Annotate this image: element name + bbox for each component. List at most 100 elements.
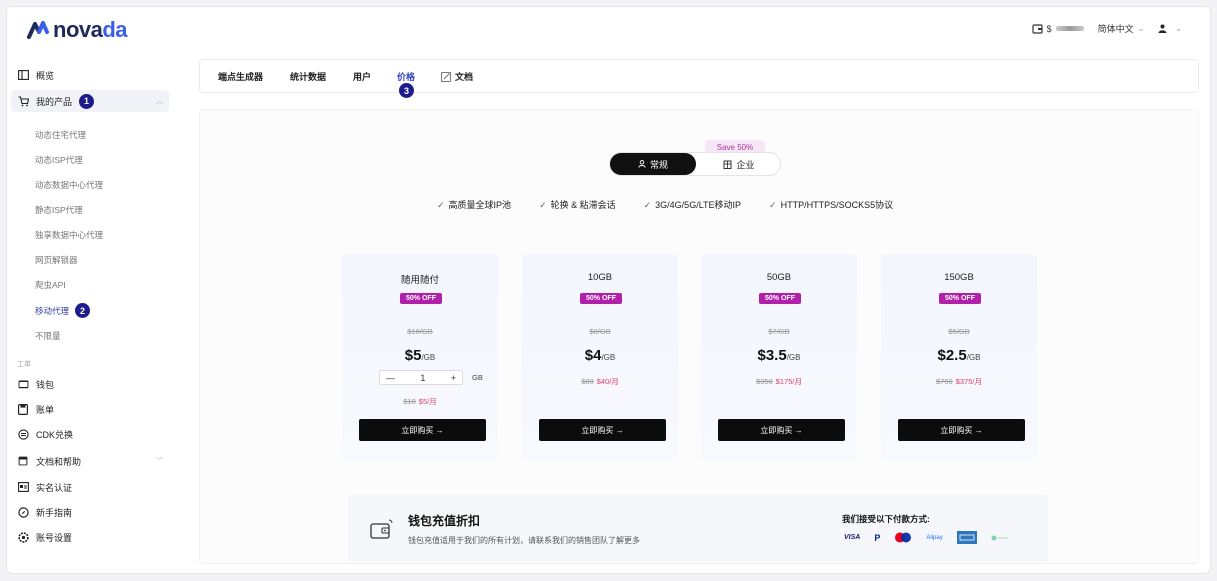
user-menu[interactable]: ⌄ — [1158, 24, 1182, 33]
total-price: $10 $5/月 — [403, 397, 437, 406]
sidebar-subitem[interactable]: 动态住宅代理 — [35, 129, 86, 141]
quantity-stepper: — 1 + — [379, 370, 463, 385]
gear-icon — [17, 531, 29, 543]
check-icon: ✓ — [643, 200, 652, 210]
app-frame: novada $ 简体中文 ⌄ ⌄ 概览 我的产品 1 ︿ 动态住宅代理 动态I… — [6, 6, 1211, 574]
language-selector[interactable]: 简体中文 ⌄ — [1098, 22, 1145, 35]
mastercard-icon — [895, 532, 912, 543]
chevron-down-icon: ﹀ — [156, 458, 163, 465]
sidebar-item-label: 账单 — [36, 404, 55, 415]
buy-button[interactable]: 立即购买 → — [718, 419, 845, 441]
sidebar-subitem[interactable]: 独享数据中心代理 — [35, 229, 103, 241]
plan-toggle-enterprise[interactable]: 企业 — [696, 153, 782, 175]
layout-icon — [17, 69, 29, 81]
sidebar-subitem[interactable]: 动态ISP代理 — [35, 154, 83, 166]
original-price: $7/GB — [768, 327, 790, 336]
exchange-icon — [17, 428, 29, 440]
sidebar-item-verify[interactable]: 实名认证 — [11, 476, 169, 498]
step-badge-1: 1 — [79, 93, 95, 109]
discount-badge: 50% OFF — [939, 293, 981, 304]
card-title: 随用随付 — [400, 275, 439, 286]
check-icon: ✓ — [437, 200, 445, 210]
sidebar-item-label: 新手指南 — [36, 507, 73, 518]
balance-prefix: $ — [1046, 23, 1052, 34]
feature-item: ✓ 轮换 & 粘滞会话 — [539, 200, 616, 210]
discount-badge: 50% OFF — [580, 293, 622, 304]
sidebar-item-wallet[interactable]: 钱包 — [11, 373, 169, 395]
docs-icon — [17, 455, 29, 467]
pricing-card-150gb: 150GB 50% OFF $5/GB $2.5/GB $750 $375/月 立… — [881, 254, 1037, 460]
price: $5/GB — [404, 347, 436, 364]
logo[interactable]: novada — [27, 17, 128, 43]
sidebar-item-label: 钱包 — [36, 379, 55, 390]
sidebar-subitem-mobile-proxy[interactable]: 移动代理 2 — [35, 303, 91, 318]
tab-label: 文档 — [455, 72, 474, 82]
sidebar-item-label: 账号设置 — [36, 532, 73, 543]
crypto-icon — [991, 535, 1008, 540]
sidebar-item-overview[interactable]: 概览 — [11, 64, 169, 86]
sidebar-subitem[interactable]: 动态数据中心代理 — [35, 179, 103, 191]
sidebar-item-guide[interactable]: 新手指南 — [11, 501, 169, 523]
id-card-icon — [17, 481, 29, 493]
increment-button[interactable]: + — [451, 373, 456, 383]
original-price: $8/GB — [589, 327, 611, 336]
monthly-price: $80 $40/月 — [581, 377, 619, 386]
pricing-card-pay-as-you-go: 随用随付 50% OFF $10/GB $5/GB — 1 + GB $10 $5… — [342, 254, 498, 460]
wallet-topup-promo: 钱包充值折扣 钱包充值适用于我们的所有计划，请联系我们的销售团队了解更多 我们接… — [348, 494, 1048, 562]
balance[interactable]: $ — [1031, 23, 1084, 34]
sidebar: 概览 我的产品 1 ︿ 动态住宅代理 动态ISP代理 动态数据中心代理 静态IS… — [7, 57, 175, 573]
compass-icon — [17, 506, 29, 518]
wallet-icon — [1031, 23, 1043, 34]
sidebar-item-bills[interactable]: 账单 — [11, 398, 169, 420]
user-icon — [1158, 24, 1167, 33]
quantity-value[interactable]: 1 — [420, 373, 425, 383]
pricing-card-10gb: 10GB 50% OFF $8/GB $4/GB $80 $40/月 立即购买 → — [522, 254, 678, 460]
card-title: 150GB — [944, 272, 974, 283]
sidebar-item-label: 移动代理 — [35, 305, 70, 316]
original-price: $5/GB — [948, 327, 970, 336]
tab-users[interactable]: 用户 — [353, 70, 371, 83]
plan-toggle-regular[interactable]: 常规 — [610, 153, 696, 175]
tab-endpoint-generator[interactable]: 端点生成器 — [218, 70, 263, 83]
sidebar-subitem[interactable]: 静态ISP代理 — [35, 204, 83, 216]
tab-statistics[interactable]: 统计数据 — [290, 70, 326, 83]
payment-methods-title: 我们接受以下付款方式: — [842, 514, 930, 524]
sidebar-item-label: 文档和帮助 — [36, 456, 82, 467]
sidebar-item-docs-help[interactable]: 文档和帮助 ﹀ — [11, 450, 169, 472]
section-label: 工单 — [17, 361, 31, 368]
sidebar-item-account-settings[interactable]: 账号设置 — [11, 526, 169, 548]
logo-text: novada — [53, 17, 128, 42]
user-icon — [638, 160, 646, 168]
product-tabs: 端点生成器 统计数据 用户 价格 3 文档 — [199, 59, 1199, 98]
pricing-card-50gb: 50GB 50% OFF $7/GB $3.5/GB $350 $175/月 立即… — [701, 254, 857, 460]
sidebar-item-label: 实名认证 — [36, 482, 73, 493]
feature-item: ✓ 3G/4G/5G/LTE移动IP — [643, 200, 742, 210]
alipay-icon: Alipay — [926, 534, 943, 541]
buy-button[interactable]: 立即购买 → — [359, 419, 486, 441]
language-label: 简体中文 — [1097, 24, 1134, 34]
sidebar-subitem[interactable]: 爬虫API — [35, 279, 66, 291]
sidebar-subitem[interactable]: 不限量 — [35, 330, 61, 342]
tab-pricing[interactable]: 价格 — [397, 70, 415, 83]
sidebar-item-my-products[interactable]: 我的产品 1 ︿ — [11, 90, 169, 112]
paypal-icon: P — [874, 532, 881, 543]
feature-item: ✓ HTTP/HTTPS/SOCKS5协议 — [769, 200, 894, 210]
sidebar-item-label: CDK兑换 — [36, 429, 74, 440]
step-badge-2: 2 — [75, 303, 91, 318]
sidebar-item-cdk[interactable]: CDK兑换 — [11, 423, 169, 445]
feature-list: ✓ 高质量全球IP池 ✓ 轮换 & 粘滞会话 ✓ 3G/4G/5G/LTE移动IP ✓… — [437, 198, 893, 211]
logo-icon — [27, 21, 49, 39]
external-doc-icon — [441, 71, 451, 82]
plan-toggle: 常规 企业 — [609, 152, 781, 176]
sidebar-item-label: 概览 — [36, 70, 55, 81]
discount-badge: 50% OFF — [400, 293, 442, 304]
buy-button[interactable]: 立即购买 → — [898, 419, 1025, 441]
top-right-controls: $ 简体中文 ⌄ ⌄ — [1031, 22, 1182, 35]
top-bar: novada $ 简体中文 ⌄ ⌄ — [7, 7, 1210, 53]
bill-icon — [17, 403, 29, 415]
sidebar-subitem[interactable]: 网页解锁器 — [35, 254, 78, 266]
decrement-button[interactable]: — — [386, 373, 395, 383]
tab-docs[interactable]: 文档 — [441, 70, 473, 83]
buy-button[interactable]: 立即购买 → — [539, 419, 666, 441]
toggle-label: 企业 — [736, 159, 755, 170]
